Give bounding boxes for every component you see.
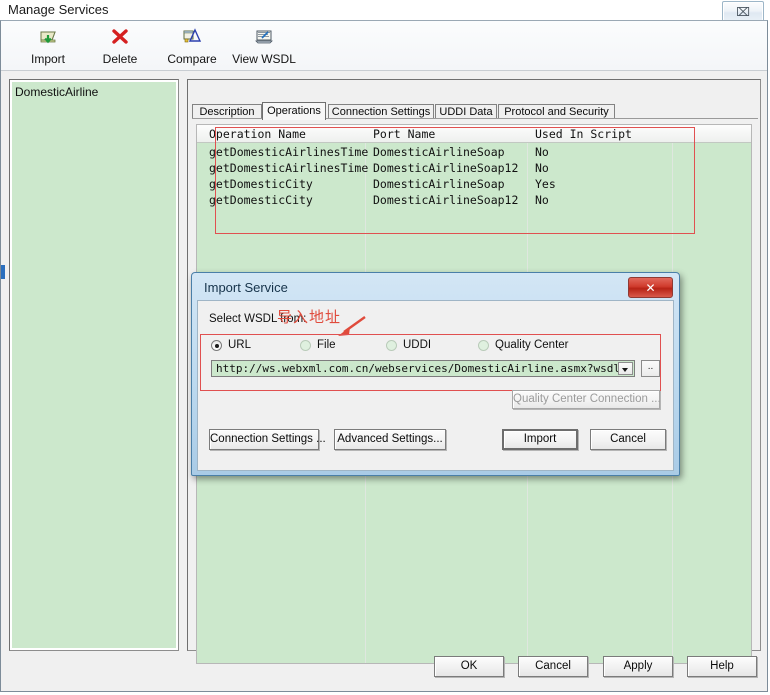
wsdl-url-combobox[interactable]: http://ws.webxml.com.cn/webservices/Dome… [211,360,635,377]
grid-header-port-name[interactable]: Port Name [373,126,435,142]
apply-button[interactable]: Apply [603,656,673,677]
radio-url-label: URL [228,339,252,351]
cell-used-in-script: No [535,161,549,175]
table-row[interactable]: getDomesticAirlinesTime DomesticAirlineS… [197,160,751,176]
toolbar-label-view-wsdl: View WSDL [232,52,296,66]
tab-uddi-data[interactable]: UDDI Data [435,104,497,119]
radio-quality-center-label: Quality Center [495,339,569,351]
app-window: Manage Services ⌧ Import Delete Compare … [0,0,770,695]
toolbar-button-delete[interactable]: Delete [89,24,151,68]
tab-connection-settings[interactable]: Connection Settings [328,104,434,119]
dialog-title: Import Service [204,280,288,295]
cancel-button[interactable]: Cancel [518,656,588,677]
dialog-cancel-button[interactable]: Cancel [590,429,666,450]
grid-header-operation-name[interactable]: Operation Name [209,126,306,142]
toolbar-button-view-wsdl[interactable]: View WSDL [223,24,305,68]
cell-port-name: DomesticAirlineSoap12 [373,161,519,175]
detail-tabstrip: Description Operations Connection Settin… [192,102,758,120]
toolbar-button-compare[interactable]: Compare [156,24,228,68]
close-icon: ⌧ [736,5,750,19]
cell-operation-name: getDomesticCity [209,193,313,207]
help-button[interactable]: Help [687,656,757,677]
toolbar-label-compare: Compare [167,52,217,66]
cell-port-name: DomesticAirlineSoap [373,145,505,159]
toolbar-label-import: Import [30,52,65,66]
radio-url-indicator [211,340,222,351]
delete-icon [109,26,131,53]
annotation-arrow-icon [338,316,366,336]
services-tree-panel: DomesticAirline [9,79,179,651]
close-icon: ✕ [645,280,656,295]
tab-operations[interactable]: Operations [262,102,326,120]
services-tree[interactable]: DomesticAirline [12,82,176,648]
tree-item-domesticairline[interactable]: DomesticAirline [15,85,98,99]
cell-operation-name: getDomesticAirlinesTime [209,161,369,175]
chevron-down-icon[interactable] [618,362,633,375]
compare-icon [181,26,203,53]
radio-file-indicator [300,340,311,351]
wsdl-url-value: http://ws.webxml.com.cn/webservices/Dome… [216,362,620,375]
tab-description[interactable]: Description [192,104,262,119]
tab-protocol-and-security[interactable]: Protocol and Security [498,104,615,119]
quality-center-connection-button[interactable]: Quality Center Connection ... [512,390,661,409]
radio-file-label: File [317,339,336,351]
toolbar: Import Delete Compare View WSDL [1,21,767,71]
cell-used-in-script: Yes [535,177,556,191]
import-icon [37,26,59,53]
cell-used-in-script: No [535,193,549,207]
browse-button[interactable]: .. [641,360,660,377]
ok-button[interactable]: OK [434,656,504,677]
advanced-settings-button[interactable]: Advanced Settings... [334,429,446,450]
radio-uddi-label: UDDI [403,339,432,351]
cell-port-name: DomesticAirlineSoap [373,177,505,191]
import-button[interactable]: Import [502,429,578,450]
connection-settings-button[interactable]: Connection Settings ... [209,429,326,450]
cell-operation-name: getDomesticCity [209,177,313,191]
cell-used-in-script: No [535,145,549,159]
radio-quality-center-indicator [478,340,489,351]
cell-operation-name: getDomesticAirlinesTime [209,145,369,159]
window-title: Manage Services [8,2,109,17]
grid-header-used-in-script[interactable]: Used In Script [535,126,632,142]
radio-uddi-indicator [386,340,397,351]
grid-header-row: Operation Name Port Name Used In Script [197,125,751,143]
toolbar-button-import[interactable]: Import [15,24,81,68]
table-row[interactable]: getDomesticCity DomesticAirlineSoap Yes [197,176,751,192]
table-row[interactable]: getDomesticCity DomesticAirlineSoap12 No [197,192,751,208]
view-wsdl-icon [253,26,275,53]
cell-port-name: DomesticAirlineSoap12 [373,193,519,207]
dialog-close-button[interactable]: ✕ [628,277,673,298]
table-row[interactable]: getDomesticAirlinesTime DomesticAirlineS… [197,144,751,160]
toolbar-label-delete: Delete [102,52,138,66]
window-edge-accent [1,265,5,279]
